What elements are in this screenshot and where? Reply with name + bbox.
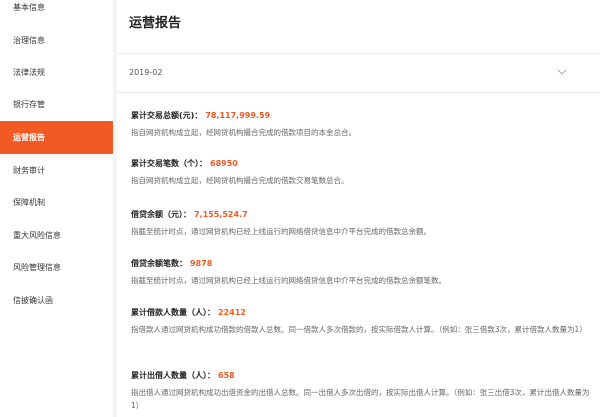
metric-description: 指借款人通过网贷机构成功借款的借款人总数。同一借款人多次借款的，按实际借款人计算… [131, 325, 587, 334]
metric-label: 累计出借人数量（人）： [131, 371, 215, 380]
metric-label: 借贷余额（元）： [131, 210, 191, 219]
metric-label: 累计交易笔数（个）： [131, 159, 207, 168]
sidebar-item-financial-audit[interactable]: 财务审计 [0, 154, 113, 187]
metric-label: 借贷余额笔数： [131, 259, 187, 268]
metric-description: 指截至统计时点，通过网贷机构已经上线运行的网络借贷信息中介平台完成的借款总余额。 [131, 227, 431, 236]
sidebar-item-basic-info[interactable]: 基本信息 [0, 0, 113, 24]
metric-title: 累计出借人数量（人）： 658 [131, 370, 235, 381]
metric-title: 累计借款人数量（人）： 22412 [131, 307, 246, 318]
sidebar-item-major-risk-info[interactable]: 重大风险信息 [0, 219, 113, 252]
sidebar-item-bank-custody[interactable]: 银行存管 [0, 88, 113, 121]
metric-label: 累计交易总额(元)： [131, 111, 203, 120]
report-panel: 运营报告 2019-02 累计交易总额(元)： 78,117,999.59 指自网… [117, 0, 600, 417]
metric-value: 68950 [210, 159, 238, 168]
chevron-down-icon [557, 69, 567, 75]
sidebar: 基本信息 治理信息 法律法规 银行存管 运营报告 财务审计 保障机制 重大风险信… [0, 0, 113, 417]
sidebar-item-operations-report[interactable]: 运营报告 [0, 121, 113, 154]
metric-description: 指出借人通过网贷机构成功出借资金的出借人总数。同一出借人多次出借的，按实际出借人… [131, 388, 590, 410]
metric-value: 22412 [218, 308, 246, 317]
period-divider [117, 92, 600, 93]
metric-value: 7,155,524.7 [194, 210, 248, 219]
period-select-value: 2019-02 [129, 68, 163, 77]
metric-label: 累计借款人数量（人）： [131, 308, 215, 317]
page-title: 运营报告 [129, 16, 182, 31]
metric-title: 累计交易笔数（个）： 68950 [131, 158, 238, 169]
metric-title: 累计交易总额(元)： 78,117,999.59 [131, 110, 270, 121]
metric-title: 借贷余额（元）： 7,155,524.7 [131, 209, 248, 220]
metric-description: 指自网贷机构成立起，经网贷机构撮合完成的借款交易笔数总合。 [131, 176, 349, 185]
metric-value: 9878 [190, 259, 213, 268]
metric-value: 658 [218, 371, 235, 380]
metric-description: 指截至统计时点，通过网贷机构已经上线运行的网络借贷信息中介平台完成的借款总余额笔… [131, 276, 446, 285]
sidebar-item-laws-regulations[interactable]: 法律法规 [0, 56, 113, 89]
metric-title: 借贷余额笔数： 9878 [131, 258, 212, 269]
sidebar-item-risk-management-info[interactable]: 风险管理信息 [0, 251, 113, 284]
sidebar-item-guarantee-mechanism[interactable]: 保障机制 [0, 186, 113, 219]
sidebar-item-disclosure-confirmation[interactable]: 信披确认函 [0, 284, 113, 317]
metric-description: 指自网贷机构成立起，经网贷机构撮合完成的借款项目的本金总合。 [131, 128, 356, 137]
period-select[interactable]: 2019-02 [117, 54, 588, 92]
sidebar-item-governance-info[interactable]: 治理信息 [0, 24, 113, 57]
metric-value: 78,117,999.59 [205, 111, 271, 120]
